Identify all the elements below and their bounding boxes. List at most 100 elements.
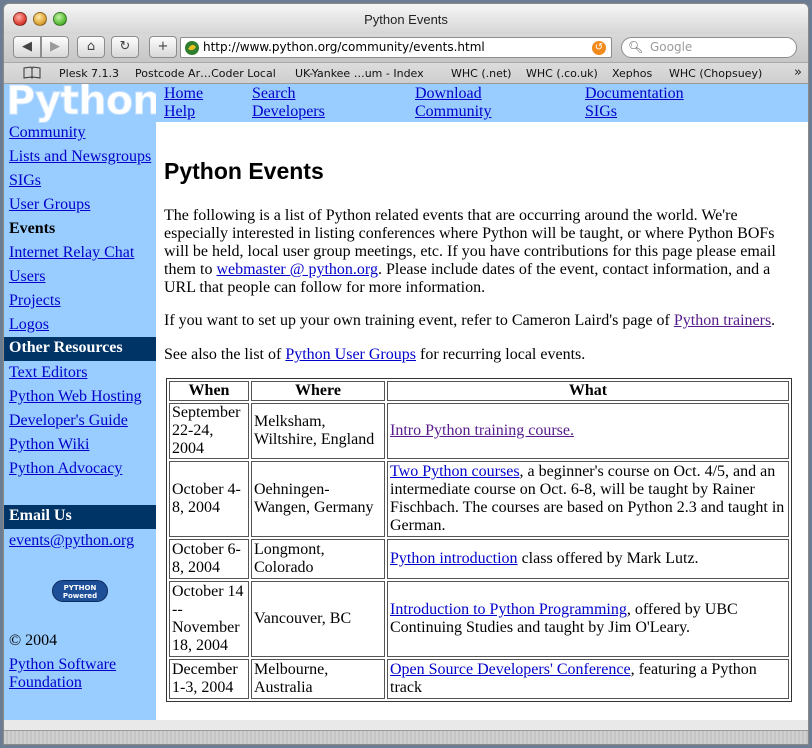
bookmark-postcode[interactable]: Postcode Ar…Coder Local [135, 67, 276, 80]
python-trainers-link[interactable]: Python trainers [674, 312, 771, 329]
cell-where: Oehningen-Wangen, Germany [251, 461, 385, 537]
python-powered-badge[interactable]: PYTHON Powered [52, 580, 108, 602]
groups-text-1: See also the list of [164, 346, 286, 363]
sidebar-item-wiki[interactable]: Python Wiki [9, 436, 89, 454]
sidebar-item-dev-guide[interactable]: Developer's Guide [9, 412, 128, 430]
bookmark-xephos[interactable]: Xephos [612, 67, 652, 80]
table-header-row: When Where What [169, 381, 789, 401]
psf-link-line-2[interactable]: Foundation [9, 674, 82, 692]
cell-when: October 14 -- November 18, 2004 [169, 581, 249, 657]
bookmark-whc-chopsuey[interactable]: WHC (Chopsuey) [669, 67, 762, 80]
training-text-1: If you want to set up your own training … [164, 312, 674, 329]
sidebar-item-events-current: Events [9, 220, 56, 237]
email-us-heading: Email Us [4, 505, 156, 529]
site-favicon-icon [185, 41, 199, 55]
page-title: Python Events [164, 158, 324, 184]
sidebar-item-lists[interactable]: Lists and Newsgroups [9, 148, 151, 166]
cell-when: December 1-3, 2004 [169, 659, 249, 699]
cell-what: Open Source Developers' Conference, feat… [387, 659, 789, 699]
title-bar: Python Events [4, 4, 808, 34]
more-bookmarks-icon[interactable]: » [794, 65, 802, 80]
event-link[interactable]: Intro Python training course. [390, 422, 574, 439]
table-row: December 1-3, 2004 Melbourne, Australia … [169, 659, 789, 699]
event-link[interactable]: Python introduction [390, 550, 518, 567]
event-link[interactable]: Two Python courses [390, 463, 520, 480]
cell-when: September 22-24, 2004 [169, 403, 249, 459]
bookmark-whc-couk[interactable]: WHC (.co.uk) [526, 67, 598, 80]
cell-what: Introduction to Python Programming, offe… [387, 581, 789, 657]
header-what: What [387, 381, 789, 401]
user-groups-paragraph: See also the list of Python User Groups … [164, 346, 784, 364]
search-placeholder: Google [650, 40, 693, 54]
nav-sigs[interactable]: SIGs [585, 103, 617, 121]
url-text[interactable]: http://www.python.org/community/events.h… [203, 40, 485, 54]
powered-line-2: Powered [62, 592, 98, 600]
forward-button[interactable]: ▶ [41, 36, 69, 58]
top-navigation: Home Help Search Developers Download Com… [156, 84, 808, 122]
psf-link-line-1[interactable]: Python Software [9, 656, 116, 674]
snapback-icon[interactable]: ↺ [592, 41, 606, 55]
reload-button[interactable]: ↻ [111, 36, 139, 58]
cell-where: Longmont, Colorado [251, 539, 385, 579]
bookmarks-bar: Plesk 7.1.3 Postcode Ar…Coder Local UK-Y… [4, 62, 808, 84]
sidebar-item-sigs[interactable]: SIGs [9, 172, 41, 190]
sidebar-item-projects[interactable]: Projects [9, 292, 61, 310]
search-field[interactable]: 🔍︎ Google [621, 37, 797, 58]
bookmark-plesk[interactable]: Plesk 7.1.3 [59, 67, 119, 80]
table-row: October 14 -- November 18, 2004 Vancouve… [169, 581, 789, 657]
event-link[interactable]: Open Source Developers' Conference [390, 661, 631, 678]
copyright-text: © 2004 [9, 632, 58, 649]
header-where: Where [251, 381, 385, 401]
nav-community[interactable]: Community [415, 103, 491, 121]
home-button[interactable]: ⌂ [77, 36, 105, 58]
header-when: When [169, 381, 249, 401]
event-description: class offered by Mark Lutz. [517, 550, 699, 567]
cell-when: October 4-8, 2004 [169, 461, 249, 537]
groups-text-2: for recurring local events. [415, 346, 586, 363]
sidebar: Python Community Lists and Newsgroups SI… [4, 84, 162, 720]
bookmarks-book-icon[interactable] [23, 66, 41, 79]
sidebar-item-web-hosting[interactable]: Python Web Hosting [9, 388, 142, 406]
cell-where: Melbourne, Australia [251, 659, 385, 699]
sidebar-item-community[interactable]: Community [9, 124, 85, 142]
browser-toolbar: ◀ ▶ ⌂ ↻ + http://www.python.org/communit… [4, 34, 808, 62]
intro-paragraph: The following is a list of Python relate… [164, 207, 784, 297]
address-bar[interactable]: http://www.python.org/community/events.h… [180, 37, 612, 58]
bookmark-whc-net[interactable]: WHC (.net) [451, 67, 511, 80]
back-button[interactable]: ◀ [13, 36, 41, 58]
browser-window: Python Events ◀ ▶ ⌂ ↻ + http://www.pytho… [3, 3, 809, 745]
nav-help[interactable]: Help [164, 103, 195, 121]
page-viewport: Python Community Lists and Newsgroups SI… [4, 84, 808, 730]
nav-search[interactable]: Search [252, 85, 296, 103]
email-link[interactable]: events@python.org [9, 532, 134, 550]
sidebar-item-user-groups[interactable]: User Groups [9, 196, 90, 214]
bookmark-uk-yankee[interactable]: UK-Yankee …um - Index [295, 67, 424, 80]
python-logo[interactable]: Python [4, 84, 162, 125]
sidebar-item-advocacy[interactable]: Python Advocacy [9, 460, 122, 478]
sidebar-item-users[interactable]: Users [9, 268, 45, 286]
table-row: October 4-8, 2004 Oehningen-Wangen, Germ… [169, 461, 789, 537]
nav-developers[interactable]: Developers [252, 103, 325, 121]
training-text-2: . [771, 312, 776, 329]
page-bottom-strip [4, 720, 808, 730]
powered-line-1: PYTHON [63, 584, 97, 592]
cell-what: Python introduction class offered by Mar… [387, 539, 789, 579]
sidebar-item-irc[interactable]: Internet Relay Chat [9, 244, 134, 262]
cell-where: Vancouver, BC [251, 581, 385, 657]
logo-text: Python [6, 84, 162, 125]
sidebar-item-text-editors[interactable]: Text Editors [9, 364, 87, 382]
cell-what: Two Python courses, a beginner's course … [387, 461, 789, 537]
nav-download[interactable]: Download [415, 85, 482, 103]
python-user-groups-link[interactable]: Python User Groups [285, 346, 416, 363]
other-resources-heading: Other Resources [4, 337, 156, 361]
webmaster-email-link[interactable]: webmaster @ python.org [216, 261, 378, 278]
nav-home[interactable]: Home [164, 85, 203, 103]
add-bookmark-button[interactable]: + [149, 36, 177, 58]
event-link[interactable]: Introduction to Python Programming [390, 601, 627, 618]
search-icon: 🔍︎ [628, 40, 644, 54]
cell-where: Melksham, Wiltshire, England [251, 403, 385, 459]
sidebar-item-logos[interactable]: Logos [9, 316, 49, 334]
table-row: October 6-8, 2004 Longmont, Colorado Pyt… [169, 539, 789, 579]
status-bar [4, 730, 808, 744]
nav-documentation[interactable]: Documentation [585, 85, 684, 103]
